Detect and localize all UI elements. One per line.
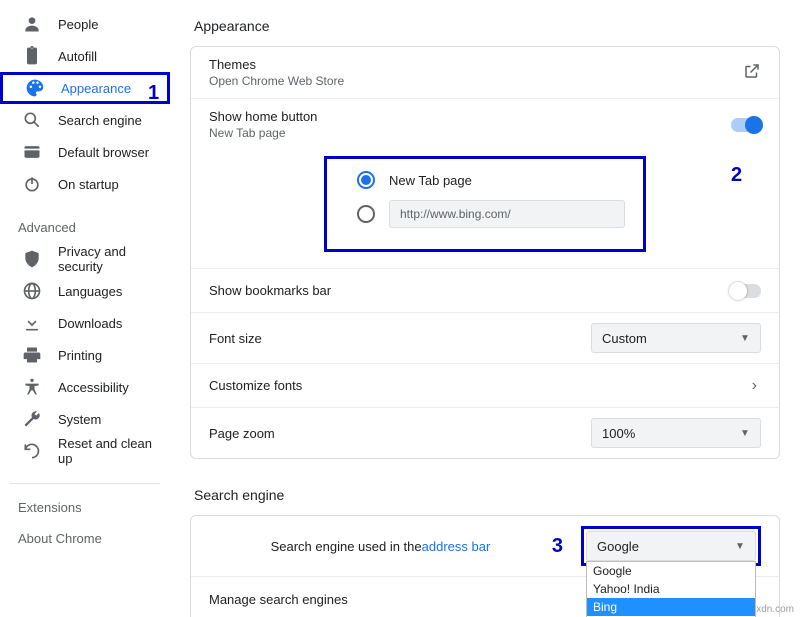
sidebar-item-accessibility[interactable]: Accessibility <box>0 371 170 403</box>
sidebar-item-reset[interactable]: Reset and clean up <box>0 435 170 467</box>
appearance-heading: Appearance <box>194 18 780 34</box>
page-zoom-label: Page zoom <box>209 426 591 441</box>
sidebar-item-label: Appearance <box>61 81 131 96</box>
sidebar-item-label: Search engine <box>58 113 142 128</box>
page-zoom-select[interactable]: 100% ▼ <box>591 418 761 448</box>
appearance-card: Themes Open Chrome Web Store Show home b… <box>190 46 780 459</box>
radio-new-tab-label: New Tab page <box>389 173 472 188</box>
chevron-down-icon: ▼ <box>735 541 745 552</box>
dropdown-option-google[interactable]: Google <box>587 562 755 580</box>
sidebar-item-default-browser[interactable]: Default browser <box>0 136 170 168</box>
sidebar-item-appearance[interactable]: Appearance <box>0 72 170 104</box>
custom-url-input[interactable] <box>389 200 625 228</box>
customize-fonts-label: Customize fonts <box>209 378 752 393</box>
sidebar-item-people[interactable]: People <box>0 8 170 40</box>
page-zoom-value: 100% <box>602 426 635 441</box>
sidebar-item-on-startup[interactable]: On startup <box>0 168 170 200</box>
globe-icon <box>22 281 42 301</box>
radio-new-tab-page[interactable]: New Tab page <box>357 163 625 197</box>
sidebar-item-label: People <box>58 17 98 32</box>
radio-icon <box>357 171 375 189</box>
sidebar-advanced-heading: Advanced <box>0 200 170 243</box>
sidebar-item-languages[interactable]: Languages <box>0 275 170 307</box>
search-engine-used-label: Search engine used in the <box>271 539 422 554</box>
themes-row[interactable]: Themes Open Chrome Web Store <box>191 47 779 99</box>
search-engine-select-wrapper: Google ▼ Google Yahoo! India Bing DuckDu… <box>581 526 761 566</box>
font-size-row: Font size Custom ▼ <box>191 313 779 364</box>
sidebar-item-search-engine[interactable]: Search engine <box>0 104 170 136</box>
dropdown-option-yahoo[interactable]: Yahoo! India <box>587 580 755 598</box>
show-bookmarks-bar-toggle[interactable] <box>731 284 761 298</box>
page-zoom-row: Page zoom 100% ▼ <box>191 408 779 458</box>
sidebar-item-label: Default browser <box>58 145 149 160</box>
search-engine-used-row: Search engine used in the address bar 3 … <box>191 516 779 577</box>
sidebar-item-printing[interactable]: Printing <box>0 339 170 371</box>
show-home-button-sublabel: New Tab page <box>209 126 731 140</box>
show-bookmarks-bar-row: Show bookmarks bar <box>191 269 779 313</box>
show-home-button-label: Show home button <box>209 109 731 124</box>
annotation-3: 3 <box>552 535 563 558</box>
annotation-2: 2 <box>731 164 742 187</box>
font-size-label: Font size <box>209 331 591 346</box>
sidebar-item-label: Printing <box>58 348 102 363</box>
sidebar-item-label: Autofill <box>58 49 97 64</box>
palette-icon <box>25 78 45 98</box>
sidebar-item-label: On startup <box>58 177 119 192</box>
themes-label: Themes <box>209 57 743 72</box>
wrench-icon <box>22 409 42 429</box>
sidebar-item-downloads[interactable]: Downloads <box>0 307 170 339</box>
font-size-value: Custom <box>602 331 647 346</box>
settings-sidebar: People Autofill Appearance Search engine… <box>0 0 170 617</box>
radio-custom-url[interactable] <box>357 197 625 231</box>
power-icon <box>22 174 42 194</box>
external-link-icon <box>743 62 761 83</box>
search-engine-heading: Search engine <box>194 487 780 503</box>
search-engine-selected: Google <box>597 539 639 554</box>
search-engine-select[interactable]: Google ▼ <box>586 531 756 561</box>
sidebar-item-label: Privacy and security <box>58 244 170 274</box>
chevron-right-icon: › <box>752 377 761 395</box>
restore-icon <box>22 441 42 461</box>
browser-icon <box>22 142 42 162</box>
sidebar-item-label: Downloads <box>58 316 122 331</box>
radio-icon <box>357 205 375 223</box>
sidebar-divider <box>10 483 160 484</box>
accessibility-icon <box>22 377 42 397</box>
sidebar-item-label: System <box>58 412 101 427</box>
search-engine-card: Search engine used in the address bar 3 … <box>190 515 780 617</box>
printer-icon <box>22 345 42 365</box>
sidebar-item-autofill[interactable]: Autofill <box>0 40 170 72</box>
search-icon <box>22 110 42 130</box>
show-home-button-row: Show home button New Tab page <box>191 99 779 150</box>
customize-fonts-row[interactable]: Customize fonts › <box>191 364 779 408</box>
annotation-1: 1 <box>148 82 159 105</box>
show-bookmarks-bar-label: Show bookmarks bar <box>209 283 731 298</box>
show-home-button-toggle[interactable] <box>731 118 761 132</box>
chevron-down-icon: ▼ <box>740 428 750 439</box>
themes-sublabel: Open Chrome Web Store <box>209 74 743 88</box>
chevron-down-icon: ▼ <box>740 333 750 344</box>
person-icon <box>22 14 42 34</box>
sidebar-item-privacy[interactable]: Privacy and security <box>0 243 170 275</box>
clipboard-icon <box>22 46 42 66</box>
sidebar-item-label: Reset and clean up <box>58 436 170 466</box>
address-bar-link[interactable]: address bar <box>422 539 491 554</box>
home-button-radio-group: New Tab page <box>324 156 646 252</box>
download-icon <box>22 313 42 333</box>
search-engine-dropdown: Google Yahoo! India Bing DuckDuckGo <box>586 561 756 617</box>
settings-main: Appearance Themes Open Chrome Web Store … <box>170 0 800 617</box>
font-size-select[interactable]: Custom ▼ <box>591 323 761 353</box>
sidebar-about-chrome[interactable]: About Chrome <box>0 523 170 554</box>
sidebar-extensions[interactable]: Extensions <box>0 492 170 523</box>
sidebar-item-label: Languages <box>58 284 122 299</box>
shield-icon <box>22 249 42 269</box>
sidebar-item-system[interactable]: System <box>0 403 170 435</box>
sidebar-item-label: Accessibility <box>58 380 129 395</box>
dropdown-option-bing[interactable]: Bing <box>587 598 755 616</box>
